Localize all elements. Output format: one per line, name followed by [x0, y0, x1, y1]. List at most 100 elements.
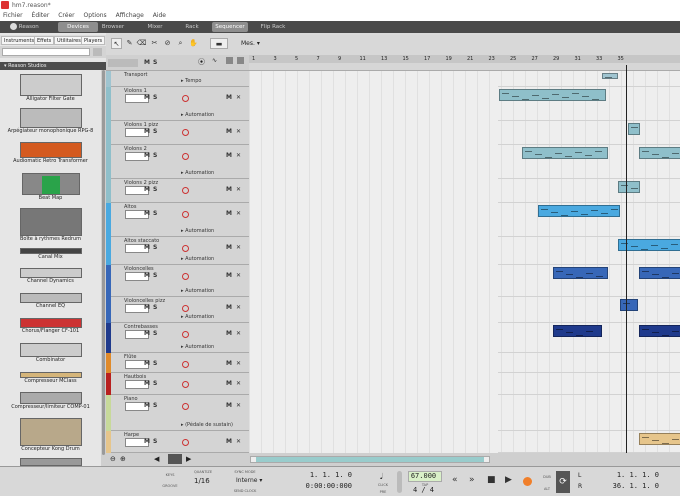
solo-button[interactable]: S	[153, 128, 157, 135]
record-button[interactable]	[523, 477, 532, 486]
track-lane[interactable]	[498, 373, 680, 395]
device-rpg8[interactable]: Arpégiateur monophonique RPG-8	[0, 108, 101, 134]
play-icon[interactable]: ▶	[505, 475, 512, 485]
track-lane[interactable]	[498, 297, 680, 323]
mute-tool-icon[interactable]: ⊘	[162, 38, 173, 49]
record-enable-button[interactable]	[182, 245, 189, 252]
snap-toggle[interactable]: ▬	[210, 38, 228, 49]
record-enable-button[interactable]	[182, 95, 189, 102]
automation-lane-label[interactable]: ▸ Automation	[181, 288, 214, 294]
timeline-ruler[interactable]: 1 3 5 7 9 11 13 15 17 19 21 23 25 27 29 31 33 35	[249, 55, 680, 71]
zoom-out-icon[interactable]: ⊖	[110, 455, 116, 463]
click-level-slider[interactable]	[397, 471, 402, 493]
track-header[interactable]: Violoncelles M S M ✕ ▸ Automation	[106, 265, 249, 297]
playhead[interactable]	[626, 65, 627, 453]
midi-clip[interactable]	[639, 325, 680, 337]
track-header[interactable]: Violons 2 M S M ✕ ▸ Automation	[106, 145, 249, 179]
device-canalmix[interactable]: Canal Mix	[0, 248, 101, 260]
lane-delete-icon[interactable]: ✕	[236, 186, 241, 193]
track-lane[interactable]	[498, 237, 680, 265]
lane-mute[interactable]: M	[226, 128, 232, 135]
track-header[interactable]: Violons 1 pizz M S M ✕	[106, 121, 249, 145]
lane-mute[interactable]: M	[226, 360, 232, 367]
fast-forward-icon[interactable]: »	[469, 475, 475, 485]
lane-mute[interactable]: M	[226, 152, 232, 159]
track-lane[interactable]	[498, 87, 680, 121]
new-track-icon[interactable]	[237, 57, 244, 64]
tab-flip-rack[interactable]: Flip Rack	[253, 22, 293, 32]
solo-button[interactable]: S	[153, 244, 157, 251]
menu-file[interactable]: Fichier	[3, 12, 23, 19]
lane-delete-icon[interactable]: ✕	[236, 128, 241, 135]
lane-delete-icon[interactable]: ✕	[236, 152, 241, 159]
zoom-tool-icon[interactable]: ⌕	[175, 38, 186, 49]
follow-icon[interactable]	[168, 454, 182, 464]
device-comp01[interactable]: Compresseur/limiteur COMP-01	[0, 392, 101, 410]
lane-mute[interactable]: M	[226, 94, 232, 101]
solo-button[interactable]: S	[153, 330, 157, 337]
menu-help[interactable]: Aide	[153, 12, 166, 19]
record-enable-button[interactable]	[182, 439, 189, 446]
device-kong[interactable]: Concepteur Kong Drum	[0, 418, 101, 452]
solo-button[interactable]: S	[153, 438, 157, 445]
track-header[interactable]: Flûte M S M ✕	[106, 353, 249, 373]
device-next[interactable]	[0, 458, 101, 466]
tab-effects[interactable]: Effets	[34, 36, 55, 45]
midi-clip[interactable]	[618, 239, 680, 251]
track-header[interactable]: Piano M S M ✕ ▸ (Pédale de sustain)	[106, 395, 249, 431]
track-lane[interactable]	[498, 395, 680, 431]
track-name[interactable]: Transport	[124, 72, 147, 78]
metronome-icon[interactable]: 𝅘𝅥	[380, 472, 383, 482]
midi-clip[interactable]	[628, 123, 640, 135]
device-beatmap[interactable]: Beat Map	[0, 173, 101, 201]
mute-button[interactable]: M	[144, 380, 150, 387]
device-mclass[interactable]: Compresseur MClass	[0, 372, 101, 384]
lane-mute[interactable]: M	[226, 186, 232, 193]
mute-button[interactable]: M	[144, 186, 150, 193]
lane-mute[interactable]: M	[226, 304, 232, 311]
track-lane[interactable]	[498, 353, 680, 373]
automation-lane-label[interactable]: ▸ Automation	[181, 314, 214, 320]
lane-delete-icon[interactable]: ✕	[236, 380, 241, 387]
lane-icon[interactable]	[226, 57, 233, 64]
device-combinator[interactable]: Combinator	[0, 343, 101, 363]
record-enable-button[interactable]	[182, 403, 189, 410]
automation-lane-label[interactable]: ▸ (Pédale de sustain)	[181, 422, 233, 428]
lane-mute[interactable]: M	[226, 210, 232, 217]
solo-button[interactable]: S	[153, 380, 157, 387]
zoom-in-icon[interactable]: ⊕	[120, 455, 126, 463]
track-header[interactable]: Altos staccato M S M ✕ ▸ Automation	[106, 237, 249, 265]
lane-mute[interactable]: M	[226, 244, 232, 251]
tab-mixer[interactable]: Mixer	[135, 22, 175, 32]
lane-delete-icon[interactable]: ✕	[236, 244, 241, 251]
midi-clip[interactable]	[620, 299, 638, 311]
solo-button[interactable]: S	[153, 402, 157, 409]
loop-icon[interactable]: ⟳	[556, 471, 570, 493]
automation-lane-label[interactable]: ▸ Automation	[181, 228, 214, 234]
pencil-tool-icon[interactable]: ✎	[124, 38, 135, 49]
track-header[interactable]: Transport ▸ Tempo	[106, 71, 249, 87]
solo-button[interactable]: S	[153, 210, 157, 217]
mute-button[interactable]: M	[144, 152, 150, 159]
menu-view[interactable]: Affichage	[116, 12, 144, 19]
track-header[interactable]: Violoncelles pizz M S M ✕ ▸ Automation	[106, 297, 249, 323]
track-lane[interactable]	[498, 121, 680, 145]
midi-clip[interactable]	[639, 433, 680, 445]
track-lane[interactable]	[498, 265, 680, 297]
midi-clip[interactable]	[639, 147, 680, 159]
solo-button[interactable]: S	[153, 152, 157, 159]
automation-lane-label[interactable]: ▸ Automation	[181, 344, 214, 350]
solo-button[interactable]: S	[153, 186, 157, 193]
mute-button[interactable]: M	[144, 438, 150, 445]
track-header[interactable]: Altos M S M ✕ ▸ Automation	[106, 203, 249, 237]
signature-display[interactable]: 4 / 4	[408, 486, 442, 496]
tab-instruments[interactable]: Instruments	[1, 36, 38, 45]
midi-clip[interactable]	[553, 267, 608, 279]
search-input[interactable]	[2, 48, 90, 56]
scroll-right-icon[interactable]: ▶	[186, 455, 191, 463]
eraser-tool-icon[interactable]: ⌫	[136, 38, 147, 49]
lane-mute[interactable]: M	[226, 402, 232, 409]
mute-button[interactable]: M	[144, 330, 150, 337]
lane-delete-icon[interactable]: ✕	[236, 330, 241, 337]
select-tool-icon[interactable]: ↖	[111, 38, 122, 49]
